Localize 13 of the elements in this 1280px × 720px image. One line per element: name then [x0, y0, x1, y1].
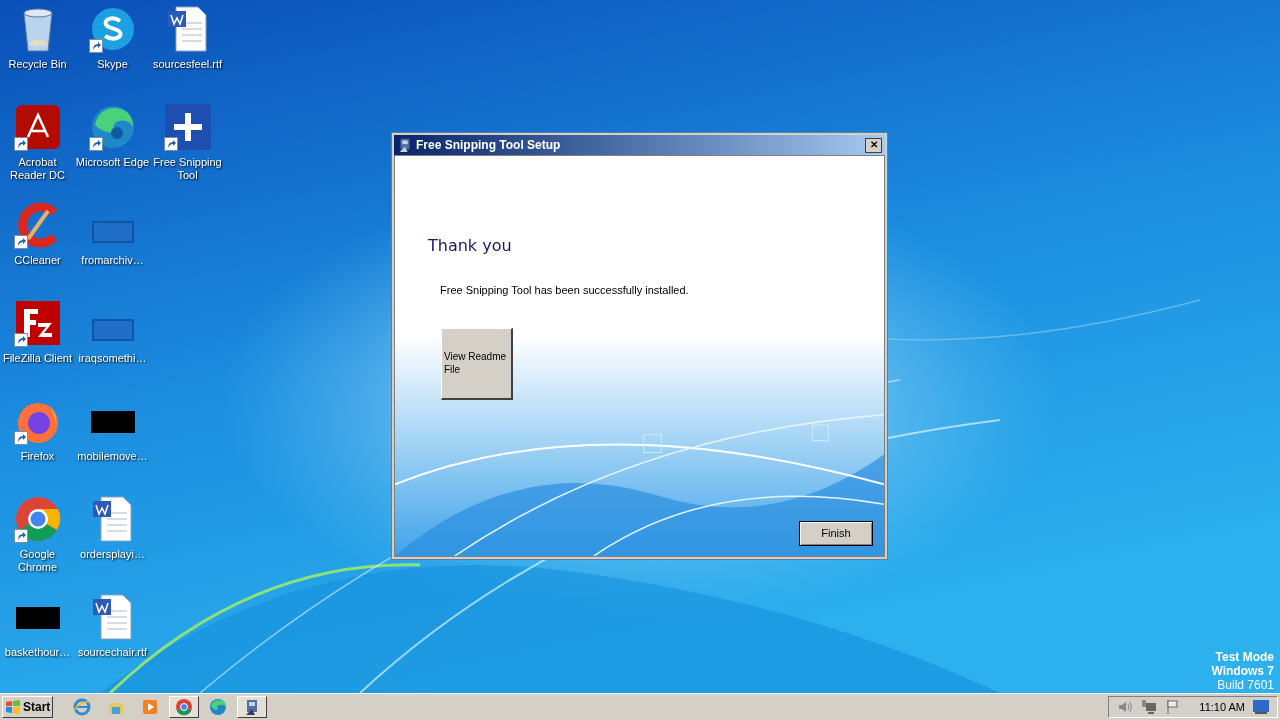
- taskbar-app-button[interactable]: [169, 696, 200, 718]
- speaker-icon[interactable]: [1117, 699, 1134, 715]
- taskbar-app-button[interactable]: [237, 696, 268, 718]
- clock[interactable]: 11:10 AM: [1199, 698, 1245, 716]
- media-player-icon: [141, 698, 160, 716]
- network-icon[interactable]: [1141, 699, 1158, 715]
- flag-icon[interactable]: [1165, 699, 1182, 715]
- edge-icon: [209, 698, 228, 716]
- chrome-icon: [175, 698, 194, 716]
- start-button[interactable]: Start: [2, 696, 54, 718]
- show-desktop-icon[interactable]: [1253, 700, 1269, 714]
- browser-icon: [73, 698, 92, 716]
- windows-logo-icon: [5, 700, 21, 714]
